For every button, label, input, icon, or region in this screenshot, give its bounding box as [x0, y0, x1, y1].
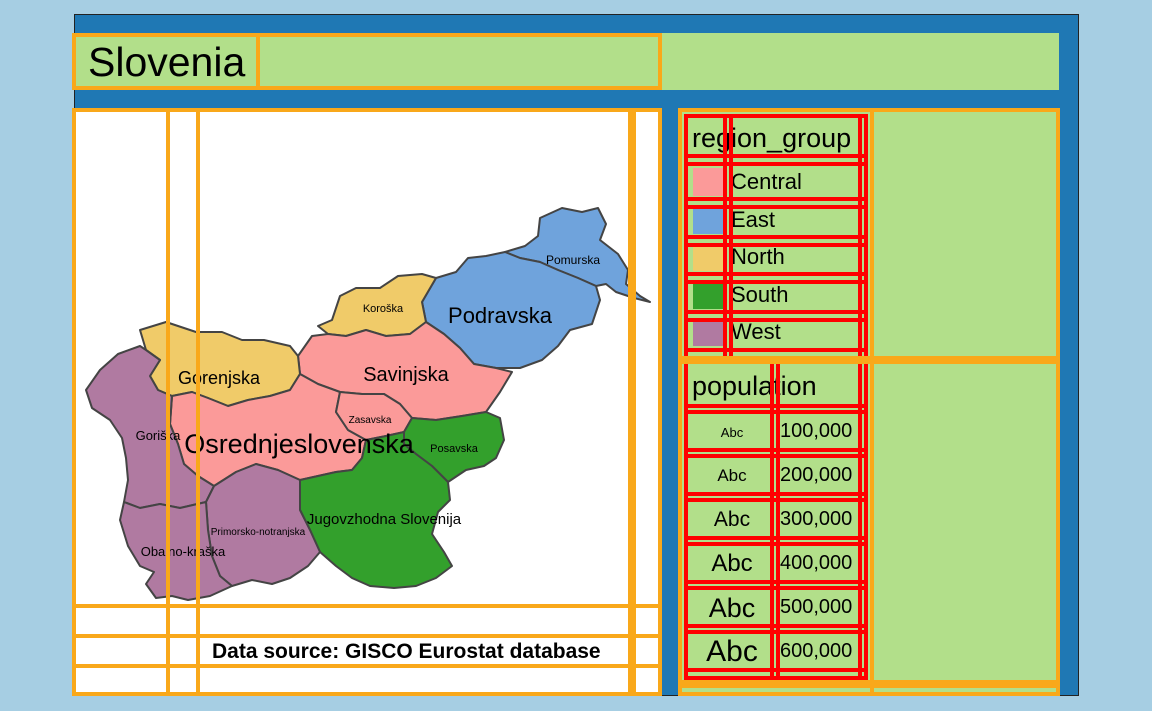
guide-legend-split	[678, 356, 1060, 364]
guide-title-text-box	[72, 33, 260, 90]
guide-legend-col	[678, 108, 874, 696]
guide-legend-bottom	[678, 680, 1060, 688]
guide-caption-row	[72, 604, 662, 638]
guide-caption-row-2	[72, 664, 662, 696]
